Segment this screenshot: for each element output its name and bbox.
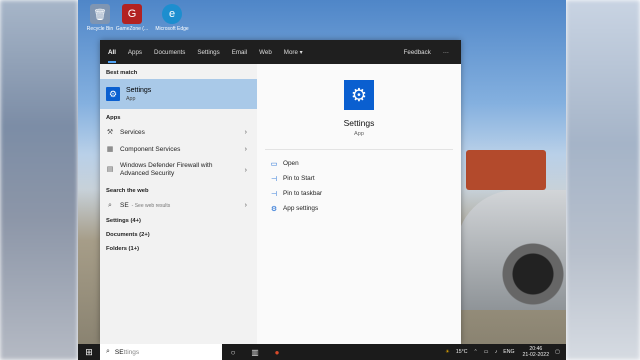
settings-count[interactable]: Settings (4+)	[100, 214, 257, 228]
tab-settings[interactable]: Settings	[197, 49, 219, 56]
action-label: Pin to taskbar	[283, 190, 323, 197]
apps-heading: Apps	[106, 115, 121, 121]
search-icon: ⌕	[108, 201, 112, 209]
best-match-heading: Best match	[106, 70, 138, 76]
search-web-heading: Search the web	[106, 188, 149, 194]
tab-email[interactable]: Email	[232, 49, 247, 56]
pin-icon: ⊣	[270, 190, 278, 198]
action-app-settings[interactable]: ⚙ App settings	[257, 201, 461, 216]
taskbar-search-box[interactable]: ⌕ SE ttings	[100, 344, 222, 360]
search-filter-tabs: All Apps Documents Settings Email Web Mo…	[100, 40, 461, 64]
preview-title: Settings	[343, 118, 375, 128]
tab-all[interactable]: All	[108, 49, 116, 63]
best-match-subtitle: App	[126, 95, 136, 102]
clock-date: 21-02-2022	[522, 352, 550, 358]
system-tray: ☀ 15°C ⌃ ▭ ♪ ENG 20:46 21-02-2022 ▢	[439, 346, 566, 358]
chevron-right-icon[interactable]: ›	[245, 146, 247, 153]
tab-more[interactable]: More ▾	[284, 49, 303, 56]
folders-count[interactable]: Folders (1+)	[100, 242, 257, 256]
app-pinned-button[interactable]: ●	[266, 344, 288, 360]
task-view-button[interactable]: ○	[222, 344, 244, 360]
weather-temp[interactable]: 15°C	[456, 349, 468, 355]
open-icon: ▭	[270, 160, 278, 168]
search-autocomplete-text: ttings	[123, 348, 140, 356]
preview-subtitle: App	[354, 131, 364, 137]
results-pane: Best match ⚙ Settings App Apps ⚒ Service…	[100, 64, 257, 344]
result-component-services[interactable]: ▦ Component Services ›	[100, 141, 257, 158]
result-label: Windows Defender Firewall with Advanced …	[120, 162, 213, 177]
tab-documents[interactable]: Documents	[154, 49, 185, 56]
start-search-menu: All Apps Documents Settings Email Web Mo…	[100, 40, 461, 344]
edge-icon: e	[162, 4, 182, 24]
desktop-icon-label: GameZone (...	[115, 26, 149, 32]
action-open[interactable]: ▭ Open	[257, 156, 461, 171]
tab-web[interactable]: Web	[259, 49, 272, 56]
right-blurred-border	[566, 0, 640, 360]
settings-gear-icon: ⚙	[106, 87, 120, 101]
web-query: SE	[120, 202, 129, 209]
left-blurred-border	[0, 0, 78, 360]
volume-icon[interactable]: ♪	[495, 349, 498, 355]
desktop-icon-edge[interactable]: e Microsoft Edge	[150, 4, 194, 32]
more-options-button[interactable]: ···	[443, 49, 449, 56]
component-icon: ▦	[106, 145, 114, 153]
chevron-right-icon[interactable]: ›	[245, 202, 247, 209]
wrench-icon: ⚒	[106, 128, 114, 136]
action-pin-to-start[interactable]: ⊣ Pin to Start	[257, 171, 461, 186]
gamezone-icon: G	[122, 4, 142, 24]
wallpaper-car	[456, 190, 566, 310]
desktop-icon-label: Microsoft Edge	[155, 26, 189, 32]
best-match-settings[interactable]: ⚙ Settings App	[100, 79, 257, 109]
chevron-right-icon[interactable]: ›	[245, 129, 247, 136]
result-label: Component Services	[120, 146, 181, 153]
desktop-icon-gamezone[interactable]: G GameZone (...	[110, 4, 154, 32]
clock[interactable]: 20:46 21-02-2022	[523, 346, 550, 358]
result-label: Services	[120, 129, 145, 136]
result-firewall[interactable]: ▤ Windows Defender Firewall with Advance…	[100, 158, 257, 182]
tray-expand-icon[interactable]: ⌃	[473, 349, 477, 355]
firewall-icon: ▤	[106, 166, 114, 173]
wallpaper-building	[466, 150, 546, 190]
pin-icon: ⊣	[270, 175, 278, 183]
result-services[interactable]: ⚒ Services ›	[100, 124, 257, 141]
feedback-button[interactable]: Feedback	[404, 49, 431, 56]
preview-pane: ⚙ Settings App ▭ Open ⊣ Pin to Start ⊣ P…	[257, 64, 461, 344]
chevron-right-icon[interactable]: ›	[245, 167, 247, 174]
weather-icon[interactable]: ☀	[445, 349, 450, 355]
network-icon[interactable]: ▭	[484, 349, 489, 355]
result-web-search[interactable]: ⌕ SE - See web results ›	[100, 197, 257, 214]
tab-apps[interactable]: Apps	[128, 49, 142, 56]
notifications-icon[interactable]: ▢	[555, 349, 560, 355]
best-match-title: Settings	[126, 86, 152, 94]
action-label: App settings	[283, 205, 319, 212]
taskbar: ⊞ ⌕ SE ttings ○ ▥ ● ☀ 15°C ⌃ ▭ ♪ ENG 20:…	[78, 344, 566, 360]
action-label: Open	[283, 160, 299, 167]
settings-gear-icon: ⚙	[344, 80, 374, 110]
recycle-bin-icon: 🗑	[90, 4, 110, 24]
action-label: Pin to Start	[283, 175, 315, 182]
divider	[265, 149, 453, 150]
gear-icon: ⚙	[270, 205, 278, 213]
start-button[interactable]: ⊞	[78, 344, 100, 360]
language-indicator[interactable]: ENG	[503, 349, 514, 355]
documents-count[interactable]: Documents (2+)	[100, 228, 257, 242]
action-pin-to-taskbar[interactable]: ⊣ Pin to taskbar	[257, 186, 461, 201]
search-typed-text: SE	[114, 348, 124, 356]
search-icon: ⌕	[106, 348, 110, 355]
widgets-button[interactable]: ▥	[244, 344, 266, 360]
web-note: - See web results	[131, 202, 171, 209]
